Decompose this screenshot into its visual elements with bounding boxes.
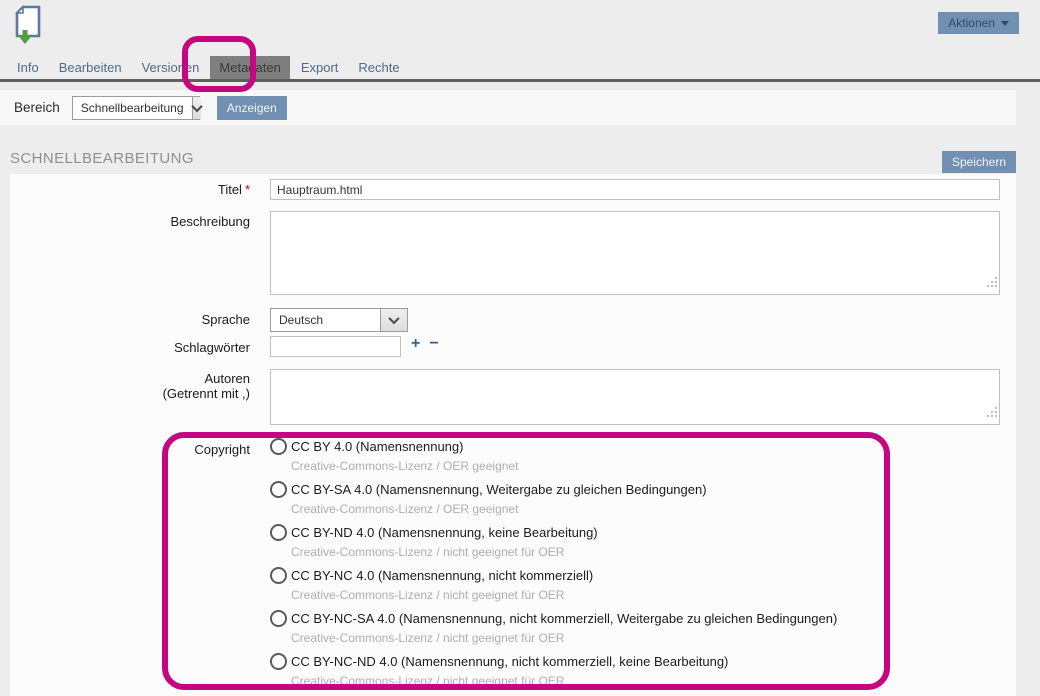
beschreibung-textarea[interactable] (270, 211, 1000, 295)
add-icon[interactable]: + (411, 335, 420, 353)
schlagwoerter-actions: + − (411, 335, 439, 353)
radio-help-text: Creative-Commons-Lizenz / nicht geeignet… (291, 631, 837, 645)
radio-help-text: Creative-Commons-Lizenz / OER geeignet (291, 459, 837, 473)
required-marker: * (245, 182, 250, 197)
sprache-select[interactable]: Deutsch (270, 308, 408, 332)
file-download-icon (13, 5, 43, 50)
tab-bearbeiten[interactable]: Bearbeiten (50, 56, 131, 79)
actions-button-label: Aktionen (948, 16, 995, 30)
tab-bar: Info Bearbeiten Versionen Metadaten Expo… (0, 56, 1040, 79)
autoren-label: Autoren (Getrennt mit ,) (10, 371, 250, 401)
radio-label: CC BY 4.0 (Namensnennung) (291, 439, 463, 454)
tab-export[interactable]: Export (292, 56, 348, 79)
copyright-option-cc-by: CC BY 4.0 (Namensnennung) Creative-Commo… (270, 438, 837, 481)
tab-metadaten[interactable]: Metadaten (210, 56, 289, 79)
copyright-options: CC BY 4.0 (Namensnennung) Creative-Commo… (270, 438, 837, 696)
radio-label: CC BY-NC-SA 4.0 (Namensnennung, nicht ko… (291, 611, 837, 626)
copyright-option-cc-by-nc: CC BY-NC 4.0 (Namensnennung, nicht komme… (270, 567, 837, 610)
radio-help-text: Creative-Commons-Lizenz / OER geeignet (291, 502, 837, 516)
radio-row[interactable]: CC BY-NC 4.0 (Namensnennung, nicht komme… (270, 567, 837, 584)
radio-label: CC BY-SA 4.0 (Namensnennung, Weitergabe … (291, 482, 707, 497)
select-arrow-box[interactable] (192, 97, 201, 119)
actions-dropdown-button[interactable]: Aktionen (938, 12, 1019, 34)
tab-versionen[interactable]: Versionen (133, 56, 209, 79)
titel-label: Titel* (10, 182, 250, 197)
radio-help-text: Creative-Commons-Lizenz / nicht geeignet… (291, 674, 837, 688)
chevron-down-icon (191, 100, 202, 111)
radio-help-text: Creative-Commons-Lizenz / nicht geeignet… (291, 545, 837, 559)
copyright-label: Copyright (10, 442, 250, 457)
beschreibung-label: Beschreibung (10, 214, 250, 229)
schlagwoerter-label: Schlagwörter (10, 340, 250, 355)
radio-row[interactable]: CC BY 4.0 (Namensnennung) (270, 438, 837, 455)
tab-rechte[interactable]: Rechte (349, 56, 408, 79)
radio-help-text: Creative-Commons-Lizenz / nicht geeignet… (291, 588, 837, 602)
radio-label: CC BY-NC-ND 4.0 (Namensnennung, nicht ko… (291, 654, 728, 669)
radio-row[interactable]: CC BY-NC-SA 4.0 (Namensnennung, nicht ko… (270, 610, 837, 627)
copyright-option-cc-by-nc-sa: CC BY-NC-SA 4.0 (Namensnennung, nicht ko… (270, 610, 837, 653)
remove-icon[interactable]: − (429, 335, 438, 353)
autoren-textarea[interactable] (270, 369, 1000, 425)
copyright-option-cc-by-nd: CC BY-ND 4.0 (Namensnennung, keine Bearb… (270, 524, 837, 567)
radio-button[interactable] (270, 567, 287, 584)
anzeigen-button[interactable]: Anzeigen (217, 96, 287, 120)
radio-row[interactable]: CC BY-SA 4.0 (Namensnennung, Weitergabe … (270, 481, 837, 498)
sprache-label: Sprache (10, 312, 250, 327)
radio-row[interactable]: CC BY-ND 4.0 (Namensnennung, keine Bearb… (270, 524, 837, 541)
radio-label: CC BY-ND 4.0 (Namensnennung, keine Bearb… (291, 525, 598, 540)
caret-down-icon (1001, 21, 1009, 26)
resize-grip-icon[interactable] (987, 404, 997, 422)
bereich-label: Bereich (14, 100, 60, 115)
schlagwoerter-input[interactable] (270, 336, 401, 357)
radio-row[interactable]: CC BY-NC-ND 4.0 (Namensnennung, nicht ko… (270, 653, 837, 670)
copyright-option-cc-by-sa: CC BY-SA 4.0 (Namensnennung, Weitergabe … (270, 481, 837, 524)
section-title: SCHNELLBEARBEITUNG (10, 150, 194, 167)
select-arrow-box[interactable] (380, 309, 407, 331)
bereich-select[interactable]: Schnellbearbeitung (72, 96, 200, 120)
radio-button[interactable] (270, 481, 287, 498)
chevron-down-icon (388, 313, 399, 324)
tab-bar-divider (0, 79, 1040, 82)
radio-label: CC BY-NC 4.0 (Namensnennung, nicht komme… (291, 568, 593, 583)
radio-button[interactable] (270, 524, 287, 541)
titel-input[interactable] (270, 179, 1000, 200)
bereich-select-value: Schnellbearbeitung (73, 97, 192, 119)
tab-info[interactable]: Info (8, 56, 48, 79)
radio-button[interactable] (270, 438, 287, 455)
save-button[interactable]: Speichern (942, 151, 1016, 173)
resize-grip-icon[interactable] (987, 274, 997, 292)
radio-button[interactable] (270, 653, 287, 670)
bereich-toolbar: Bereich Schnellbearbeitung Anzeigen (0, 90, 1016, 125)
sprache-select-value: Deutsch (271, 309, 380, 331)
radio-button[interactable] (270, 610, 287, 627)
metadata-page: Aktionen Info Bearbeiten Versionen Metad… (0, 0, 1040, 696)
copyright-option-cc-by-nc-nd: CC BY-NC-ND 4.0 (Namensnennung, nicht ko… (270, 653, 837, 696)
quick-edit-form: Titel* Beschreibung Sprache Deutsch Schl… (10, 174, 1016, 696)
